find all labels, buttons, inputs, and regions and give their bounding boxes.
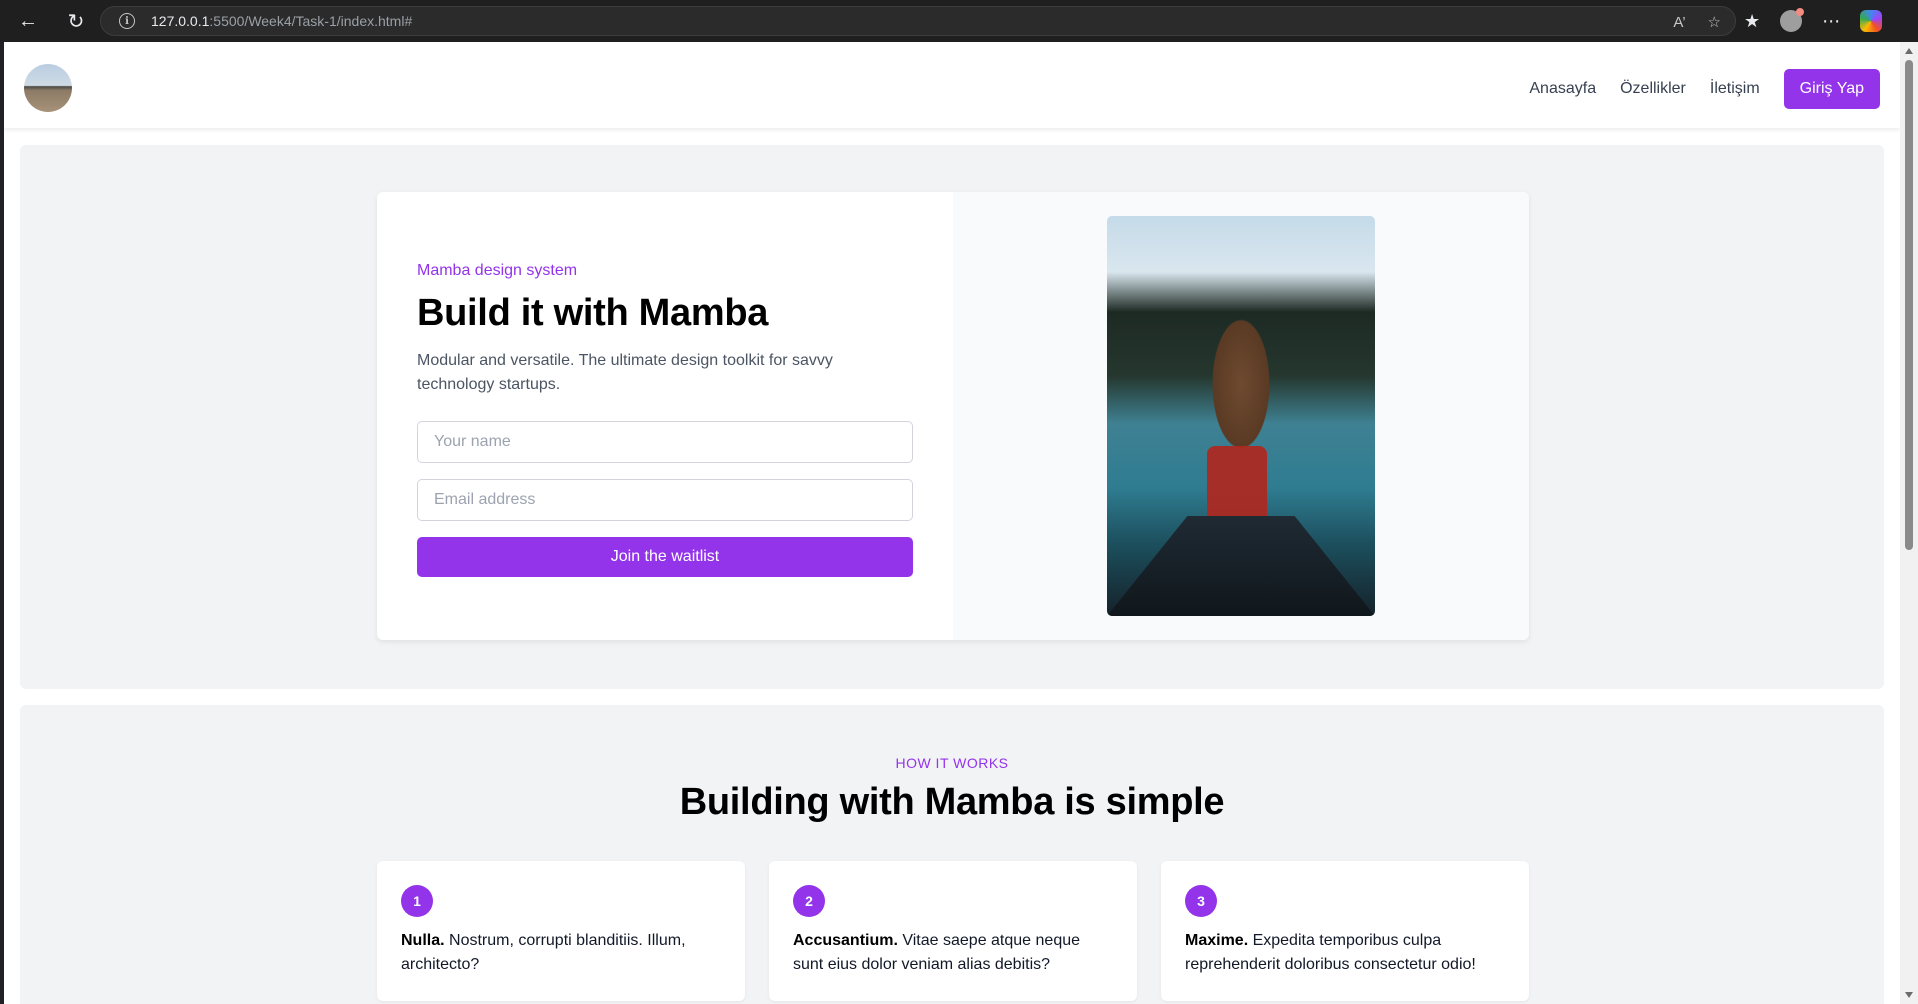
address-bar[interactable]: i 127.0.0.1:5500/Week4/Task-1/index.html…	[100, 6, 1736, 36]
nav-link-ozellikler[interactable]: Özellikler	[1620, 80, 1686, 98]
steps-list: 1 Nulla. Nostrum, corrupti blanditiis. I…	[377, 861, 1529, 1001]
logo-image[interactable]	[24, 64, 72, 112]
read-aloud-icon[interactable]: A’	[1673, 14, 1685, 31]
star-icon[interactable]: ☆	[1708, 13, 1721, 31]
step-text: Accusantium. Vitae saepe atque neque sun…	[793, 929, 1113, 977]
step-card: 3 Maxime. Expedita temporibus culpa repr…	[1161, 861, 1529, 1001]
step-title: Accusantium.	[793, 932, 898, 949]
hero-content: Mamba design system Build it with Mamba …	[377, 192, 953, 640]
step-number-badge: 2	[793, 885, 825, 917]
step-title: Maxime.	[1185, 932, 1249, 949]
hero-card: Mamba design system Build it with Mamba …	[377, 192, 1529, 640]
hero-description: Modular and versatile. The ultimate desi…	[417, 352, 833, 393]
url-text[interactable]: 127.0.0.1:5500/Week4/Task-1/index.html#	[151, 13, 412, 29]
favorites-icon[interactable]: ★	[1744, 11, 1760, 32]
nav-link-anasayfa[interactable]: Anasayfa	[1529, 80, 1596, 98]
url-host: 127.0.0.1	[151, 13, 210, 29]
how-title: Building with Mamba is simple	[679, 781, 1225, 823]
page-scrollbar[interactable]	[1900, 42, 1918, 1004]
photo-canoe-bow	[1107, 516, 1375, 616]
how-eyebrow: HOW IT WORKS	[895, 755, 1009, 771]
more-options-icon[interactable]: ⋯	[1822, 11, 1840, 32]
browser-toolbar: ← ↻ i 127.0.0.1:5500/Week4/Task-1/index.…	[0, 0, 1918, 42]
name-input[interactable]	[417, 421, 913, 463]
scroll-down-arrow-icon[interactable]	[1905, 992, 1913, 998]
how-it-works-section: HOW IT WORKS Building with Mamba is simp…	[20, 705, 1884, 1004]
site-navbar: Anasayfa Özellikler İletişim Giriş Yap	[4, 42, 1900, 128]
url-path: :5500/Week4/Task-1/index.html#	[209, 13, 413, 29]
hero-section: Mamba design system Build it with Mamba …	[20, 145, 1884, 689]
hero-photo-canoe	[1107, 216, 1375, 616]
scrollbar-thumb[interactable]	[1905, 60, 1913, 550]
login-button[interactable]: Giriş Yap	[1783, 69, 1880, 109]
copilot-icon[interactable]	[1860, 10, 1883, 32]
nav-link-iletisim[interactable]: İletişim	[1710, 80, 1760, 98]
step-title: Nulla.	[401, 932, 445, 949]
scroll-up-arrow-icon[interactable]	[1905, 48, 1913, 54]
step-text: Maxime. Expedita temporibus culpa repreh…	[1185, 929, 1505, 977]
step-card: 1 Nulla. Nostrum, corrupti blanditiis. I…	[377, 861, 745, 1001]
info-icon[interactable]: i	[119, 13, 135, 29]
page-viewport: Anasayfa Özellikler İletişim Giriş Yap M…	[4, 42, 1900, 1004]
back-arrow-icon[interactable]: ←	[14, 7, 42, 35]
hero-title: Build it with Mamba	[417, 292, 769, 334]
hero-image-panel	[953, 192, 1529, 640]
step-card: 2 Accusantium. Vitae saepe atque neque s…	[769, 861, 1137, 1001]
reload-icon[interactable]: ↻	[62, 7, 90, 35]
hero-eyebrow: Mamba design system	[417, 262, 578, 279]
join-waitlist-button[interactable]: Join the waitlist	[417, 537, 913, 577]
email-input[interactable]	[417, 479, 913, 521]
step-text: Nulla. Nostrum, corrupti blanditiis. Ill…	[401, 929, 721, 977]
profile-avatar-icon[interactable]	[1780, 8, 1805, 32]
step-number-badge: 3	[1185, 885, 1217, 917]
nav-links: Anasayfa Özellikler İletişim Giriş Yap	[1529, 69, 1880, 109]
photo-life-jacket	[1207, 446, 1267, 526]
step-body: Nostrum, corrupti blanditiis. Illum, arc…	[401, 932, 686, 973]
step-number-badge: 1	[401, 885, 433, 917]
